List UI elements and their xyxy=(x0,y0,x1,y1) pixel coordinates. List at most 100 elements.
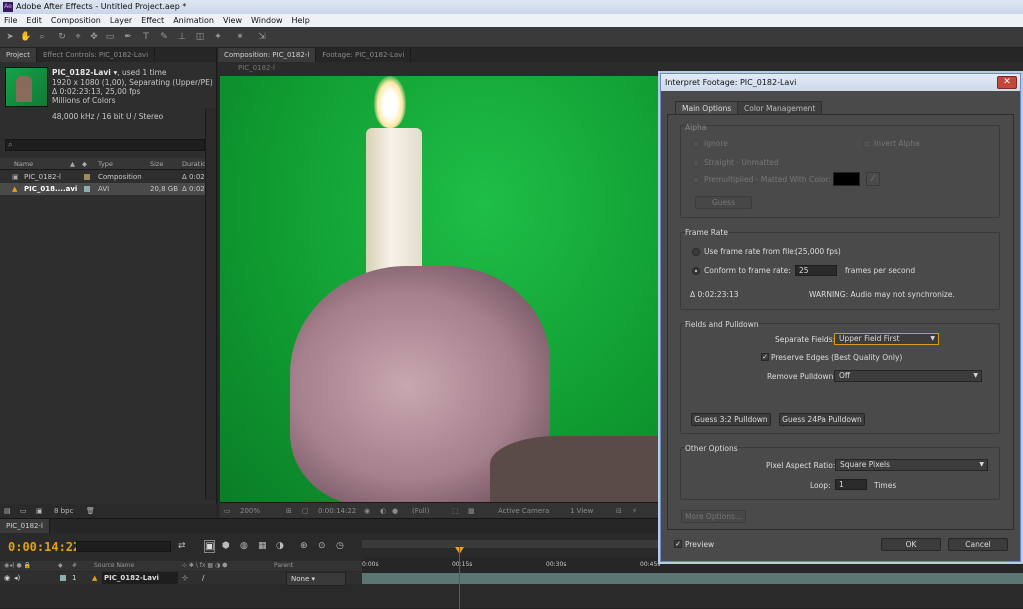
project-bpc[interactable]: 8 bpc xyxy=(54,504,73,518)
selection-tool-icon[interactable]: ➤ xyxy=(4,31,16,43)
project-item-footage[interactable]: ▲ PIC_018....avi AVI 20,8 GB Δ 0:02 xyxy=(0,183,205,195)
column-parent[interactable]: Parent xyxy=(274,561,293,571)
layer-row[interactable]: ◉ ◂) 1 ▲ PIC_0182-Lavi ⊹ / None ▾ xyxy=(0,572,362,586)
axis-mode-icon[interactable]: ⇲ xyxy=(256,31,268,43)
mini-flowchart-icon[interactable]: ⇄ xyxy=(178,541,186,551)
guess-24pa-pulldown-button[interactable]: Guess 24Pa Pulldown xyxy=(779,413,865,426)
use-file-rate-radio[interactable] xyxy=(692,248,700,256)
premultiplied-radio[interactable] xyxy=(692,176,700,184)
hide-shy-layers-icon[interactable]: ◍ xyxy=(240,541,248,551)
puppet-tool-icon[interactable]: ✶ xyxy=(234,31,246,43)
project-scrollbar[interactable] xyxy=(205,108,216,500)
show-snapshot-icon[interactable]: ◐ xyxy=(380,503,386,519)
column-source-name[interactable]: Source Name xyxy=(94,561,134,571)
eraser-tool-icon[interactable]: ◫ xyxy=(194,31,206,43)
label-column-icon[interactable]: ◆ xyxy=(82,158,87,170)
draft-3d-icon[interactable]: ⬢ xyxy=(222,541,230,551)
mask-visibility-icon[interactable]: ▢ xyxy=(302,503,309,519)
menu-window[interactable]: Window xyxy=(251,14,283,27)
new-folder-icon[interactable]: ▭ xyxy=(20,504,27,518)
ok-button[interactable]: OK xyxy=(881,538,941,551)
column-name[interactable]: Name xyxy=(14,158,33,170)
column-type[interactable]: Type xyxy=(98,158,113,170)
zoom-tool-icon[interactable]: ⌕ xyxy=(36,31,48,43)
preserve-edges-checkbox[interactable]: ✓ xyxy=(761,353,769,361)
viewer-timecode[interactable]: 0:00:14:22 xyxy=(318,503,356,519)
roto-brush-tool-icon[interactable]: ✦ xyxy=(212,31,224,43)
separate-fields-select[interactable]: Upper Field First ▼ xyxy=(834,333,939,345)
composition-breadcrumb[interactable]: PIC_0182-l xyxy=(238,64,275,72)
pixel-aspect-select[interactable]: Square Pixels ▼ xyxy=(835,459,988,471)
region-of-interest-icon[interactable]: ⬚ xyxy=(452,503,459,519)
menu-animation[interactable]: Animation xyxy=(173,14,214,27)
loop-input[interactable]: 1 xyxy=(835,479,867,490)
straight-radio[interactable] xyxy=(692,159,700,167)
footage-name[interactable]: PIC_0182-Lavi ▾ xyxy=(52,68,117,77)
pen-tool-icon[interactable]: ✒ xyxy=(122,31,134,43)
menu-view[interactable]: View xyxy=(223,14,242,27)
magnification-select[interactable]: 200% xyxy=(240,503,260,519)
camera-select[interactable]: Active Camera xyxy=(498,503,549,519)
preview-checkbox[interactable]: ✓ xyxy=(674,540,682,548)
mask-tool-icon[interactable]: ▭ xyxy=(104,31,116,43)
quality-switch-icon[interactable]: / xyxy=(202,572,204,584)
menu-edit[interactable]: Edit xyxy=(26,14,42,27)
transparency-grid-icon[interactable]: ▩ xyxy=(468,503,475,519)
project-search-input[interactable]: ⌕ xyxy=(5,139,205,151)
hand-tool-icon[interactable]: ✋ xyxy=(20,31,32,43)
tab-effect-controls[interactable]: Effect Controls: PIC_0182-Lavi xyxy=(37,48,156,62)
menu-help[interactable]: Help xyxy=(292,14,310,27)
menu-file[interactable]: File xyxy=(4,14,17,27)
layer-name[interactable]: PIC_0182-Lavi xyxy=(102,572,178,584)
timeline-search-input[interactable] xyxy=(76,541,171,552)
trash-icon[interactable]: 🗑 xyxy=(86,504,95,518)
toggle-pixel-aspect-icon[interactable]: ⊟ xyxy=(616,503,622,519)
current-time-display[interactable]: 0:00:14:22 xyxy=(8,540,80,554)
guess-32-pulldown-button[interactable]: Guess 3:2 Pulldown xyxy=(691,413,771,426)
text-tool-icon[interactable]: T xyxy=(140,31,152,43)
brush-tool-icon[interactable]: ✎ xyxy=(158,31,170,43)
shy-switch-icon[interactable]: ⊹ xyxy=(182,572,188,584)
cancel-button[interactable]: Cancel xyxy=(948,538,1008,551)
invert-alpha-checkbox[interactable] xyxy=(863,140,871,148)
menu-effect[interactable]: Effect xyxy=(141,14,164,27)
audio-icon[interactable]: ◂) xyxy=(14,572,20,584)
live-update-icon[interactable]: ▣ xyxy=(204,540,216,553)
graph-editor-icon[interactable]: ◷ xyxy=(336,541,344,551)
matte-color-swatch[interactable] xyxy=(833,172,860,186)
clone-stamp-tool-icon[interactable]: ⊥ xyxy=(176,31,188,43)
frame-blending-icon[interactable]: ▦ xyxy=(258,541,267,551)
tab-footage[interactable]: Footage: PIC_0182-Lavi xyxy=(316,48,412,62)
tab-color-management[interactable]: Color Management xyxy=(737,101,823,114)
video-visibility-icon[interactable]: ◉ xyxy=(4,572,10,584)
motion-blur-icon[interactable]: ◑ xyxy=(276,541,284,551)
always-preview-icon[interactable]: ▭ xyxy=(224,503,231,519)
fast-previews-icon[interactable]: ⚡ xyxy=(632,503,637,519)
remove-pulldown-select[interactable]: Off ▼ xyxy=(834,370,982,382)
conform-rate-input[interactable]: 25 xyxy=(795,265,837,276)
new-composition-icon[interactable]: ▣ xyxy=(36,504,43,518)
tab-composition[interactable]: Composition: PIC_0182-l xyxy=(218,48,317,62)
menu-layer[interactable]: Layer xyxy=(110,14,132,27)
conform-rate-radio[interactable] xyxy=(692,267,700,275)
guess-alpha-button[interactable]: Guess xyxy=(695,196,752,209)
layer-duration-bar[interactable] xyxy=(362,573,1023,584)
camera-tool-icon[interactable]: ⌖ xyxy=(72,31,84,43)
layer-label-swatch[interactable] xyxy=(60,575,66,581)
column-size[interactable]: Size xyxy=(150,158,163,170)
menu-composition[interactable]: Composition xyxy=(51,14,101,27)
brainstorm-icon[interactable]: ⊛ xyxy=(300,541,308,551)
tab-timeline-composition[interactable]: PIC_0182-l xyxy=(0,519,50,533)
tab-project[interactable]: Project xyxy=(0,48,37,62)
pan-behind-tool-icon[interactable]: ✥ xyxy=(88,31,100,43)
interpret-footage-icon[interactable]: ▤ xyxy=(4,504,11,518)
ignore-radio[interactable] xyxy=(692,140,700,148)
channel-icon[interactable]: ● xyxy=(392,503,398,519)
view-layout-select[interactable]: 1 View xyxy=(570,503,593,519)
rotate-tool-icon[interactable]: ↻ xyxy=(56,31,68,43)
resolution-select[interactable]: (Full) xyxy=(412,503,429,519)
tab-main-options[interactable]: Main Options xyxy=(675,101,739,114)
auto-keyframe-icon[interactable]: ⊙ xyxy=(318,541,326,551)
eyedropper-icon[interactable]: ⁄ xyxy=(866,172,880,186)
more-options-button[interactable]: More Options... xyxy=(681,510,746,523)
